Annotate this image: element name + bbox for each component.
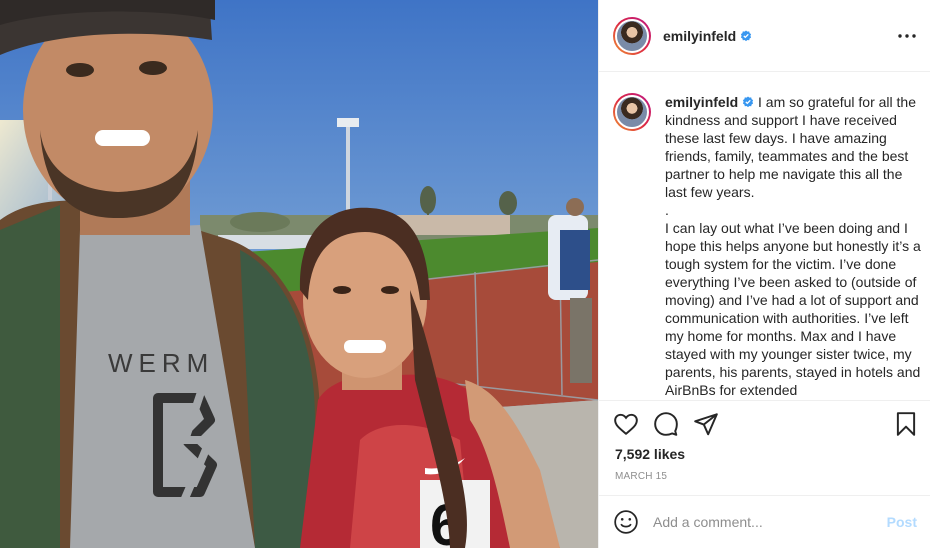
comment-input[interactable] bbox=[653, 514, 873, 530]
post-header: emilyinfeld bbox=[599, 0, 930, 72]
share-icon[interactable] bbox=[693, 411, 719, 437]
action-icons bbox=[613, 411, 719, 437]
caption-paragraph-2: . bbox=[665, 202, 669, 218]
comment-icon[interactable] bbox=[653, 411, 679, 437]
avatar-image bbox=[615, 18, 649, 53]
more-options-icon[interactable] bbox=[897, 26, 917, 46]
author-avatar[interactable] bbox=[613, 16, 651, 55]
caption-paragraph-3: I can lay out what I’ve been doing and I… bbox=[665, 220, 921, 398]
caption-avatar[interactable] bbox=[613, 93, 651, 131]
post-comment-button[interactable]: Post bbox=[887, 514, 917, 530]
heart-icon[interactable] bbox=[613, 411, 639, 437]
post-date[interactable]: MARCH 15 bbox=[615, 471, 667, 482]
post-details-panel: emilyinfeld emilyinfeld I am so grateful… bbox=[598, 0, 930, 548]
likes-count[interactable]: 7,592 likes bbox=[615, 446, 685, 462]
caption-text: emilyinfeld I am so grateful for all the… bbox=[665, 93, 921, 399]
post-photo-image: WERM 6 bbox=[0, 0, 598, 548]
emoji-icon[interactable] bbox=[613, 509, 639, 535]
bookmark-icon[interactable] bbox=[893, 411, 919, 437]
shirt-print-text: WERM bbox=[108, 348, 214, 378]
verified-badge-icon bbox=[743, 96, 754, 108]
add-comment-bar: Post bbox=[599, 495, 930, 548]
avatar-image bbox=[615, 95, 649, 129]
caption-comment: emilyinfeld I am so grateful for all the… bbox=[613, 93, 921, 399]
caption-username[interactable]: emilyinfeld bbox=[665, 94, 738, 110]
post-photo[interactable]: WERM 6 bbox=[0, 0, 598, 548]
verified-badge-icon bbox=[741, 30, 752, 41]
author-username[interactable]: emilyinfeld bbox=[663, 28, 752, 44]
comments-list[interactable]: emilyinfeld I am so grateful for all the… bbox=[599, 73, 930, 399]
username-text[interactable]: emilyinfeld bbox=[663, 28, 736, 44]
